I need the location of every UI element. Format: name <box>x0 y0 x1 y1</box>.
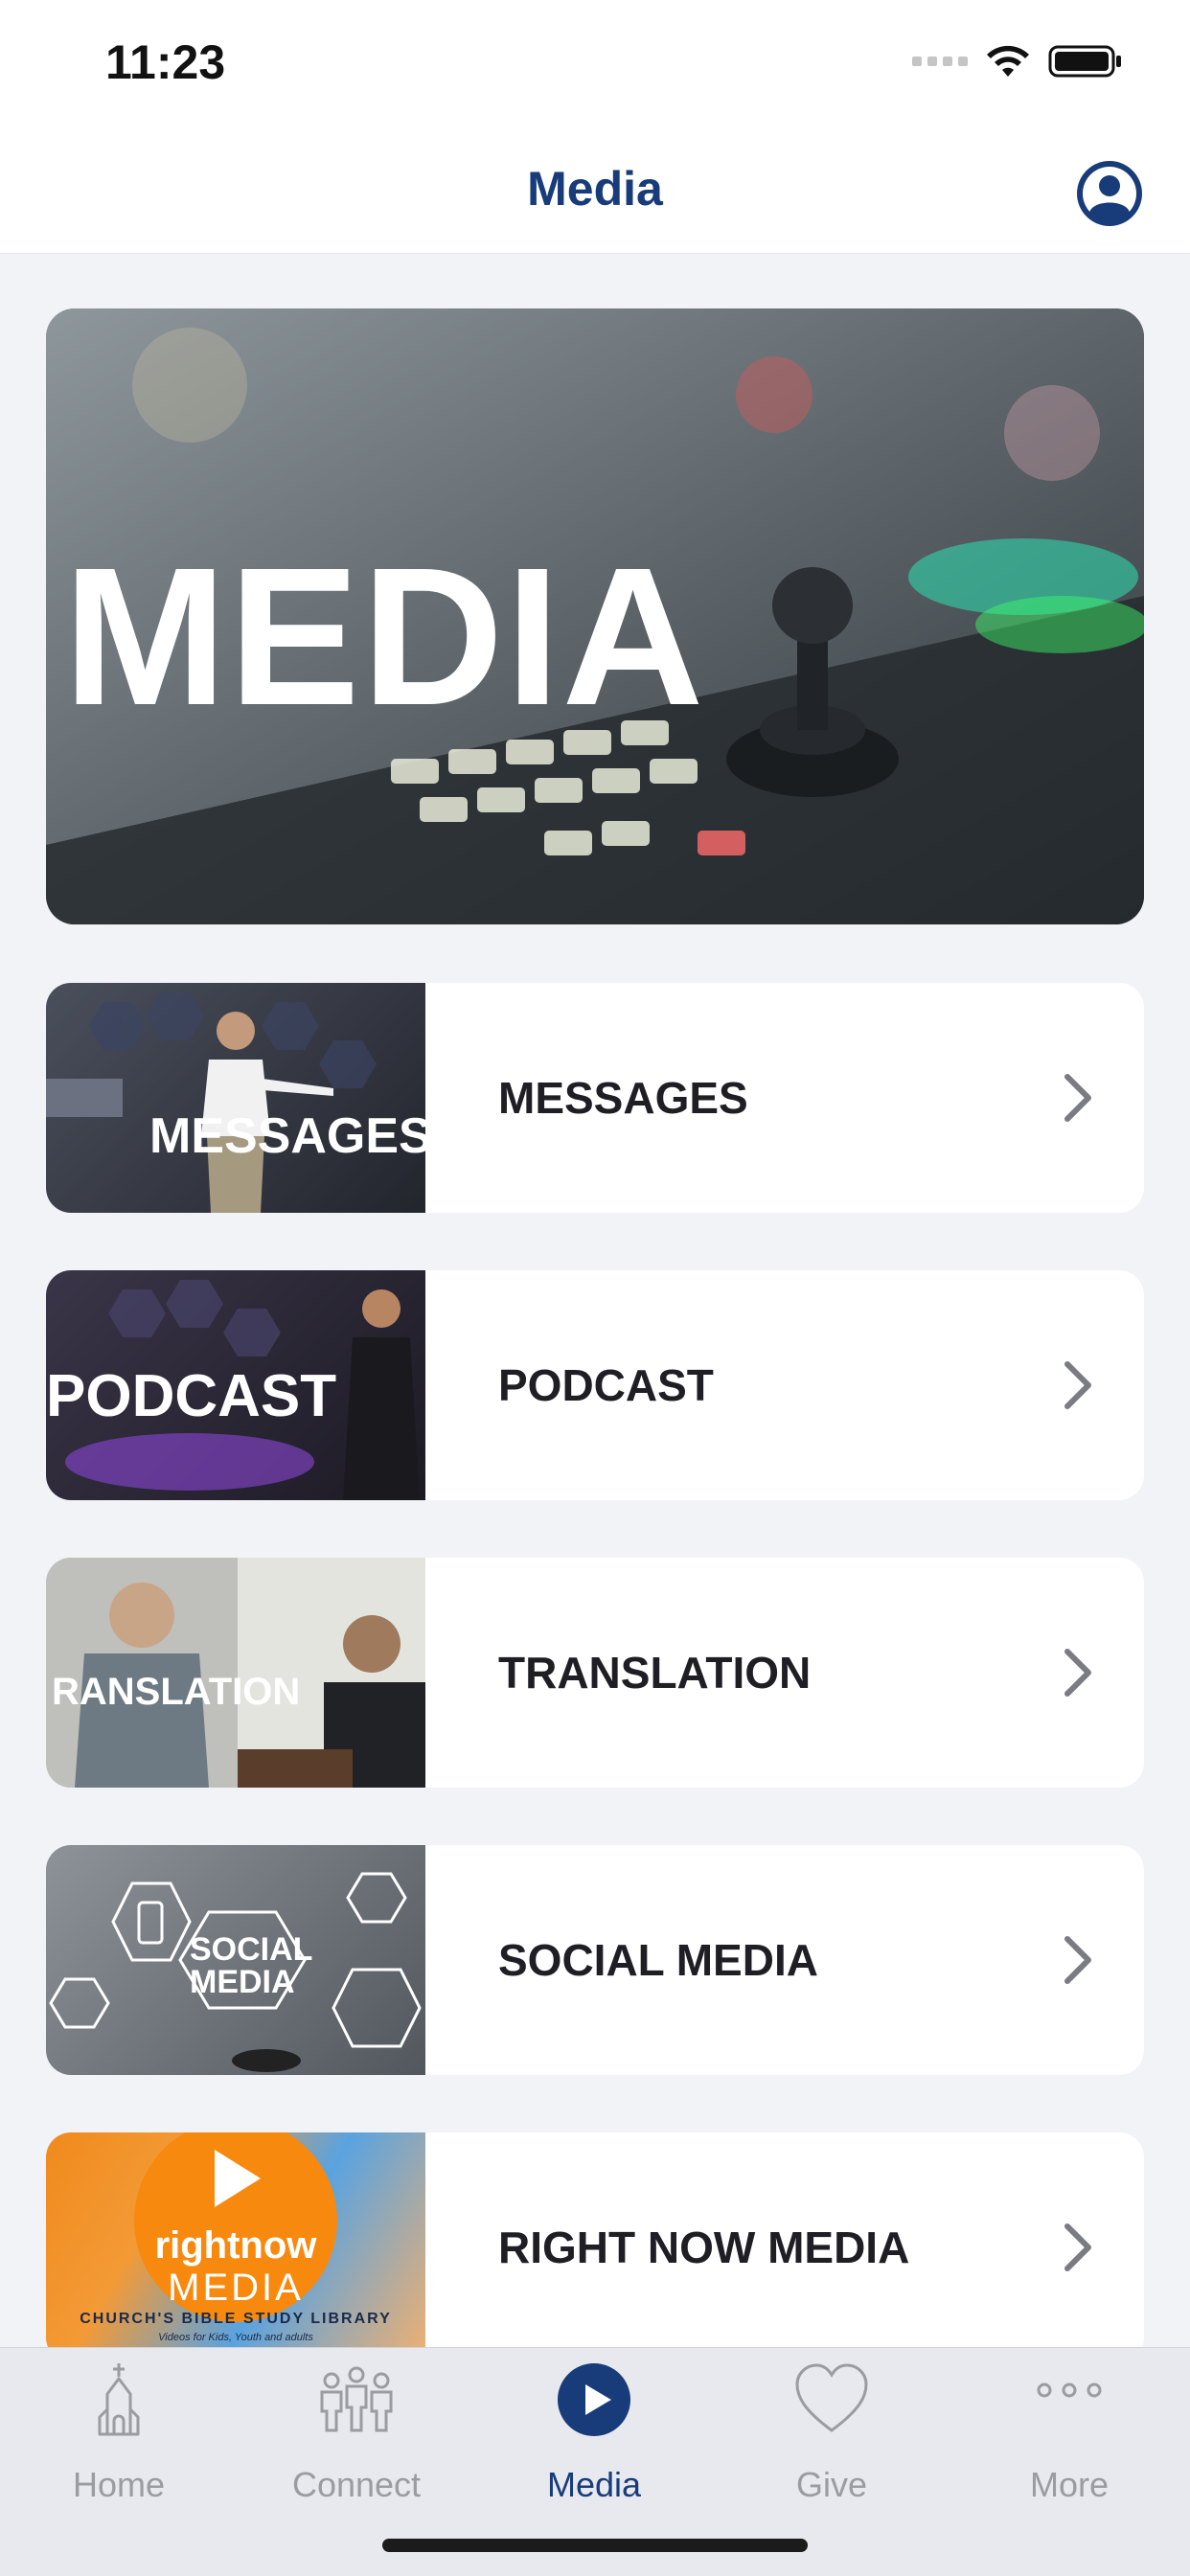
rightnow-small-text: Videos for Kids, Youth and adults <box>158 2332 313 2343</box>
right-now-media-thumbnail: rightnow MEDIA CHURCH'S BIBLE STUDY LIBR… <box>46 2132 425 2362</box>
translation-thumbnail-text: RANSLATION <box>52 1671 301 1713</box>
tab-home[interactable]: Home <box>0 2361 238 2543</box>
chevron-right-icon <box>1064 1074 1091 1122</box>
rightnow-subtitle-text: CHURCH'S BIBLE STUDY LIBRARY <box>80 2311 392 2327</box>
play-icon <box>558 2363 630 2436</box>
tab-more[interactable]: More <box>950 2361 1188 2543</box>
tab-connect[interactable]: Connect <box>238 2361 475 2543</box>
tab-label-more: More <box>1029 2465 1110 2504</box>
chevron-right-icon <box>1064 1649 1091 1697</box>
battery-icon <box>1048 45 1121 78</box>
status-bar: 11:23 <box>0 0 1190 134</box>
row-label-right-now-media: RIGHT NOW MEDIA <box>498 2223 910 2272</box>
signal-icon <box>912 57 968 66</box>
status-icons <box>912 42 1123 80</box>
list-item-translation[interactable]: RANSLATION TRANSLATION <box>46 1558 1144 1788</box>
tab-label-media: Media <box>546 2465 642 2504</box>
more-icon <box>1037 2382 1102 2398</box>
hero-title: MEDIA <box>63 527 706 746</box>
list-item-right-now-media[interactable]: rightnow MEDIA CHURCH'S BIBLE STUDY LIBR… <box>46 2132 1144 2362</box>
wifi-icon <box>987 45 1029 77</box>
rightnow-media-text: MEDIA <box>168 2267 304 2309</box>
translation-thumbnail: RANSLATION <box>46 1558 425 1788</box>
list-item-social-media[interactable]: SOCIAL MEDIA SOCIAL MEDIA <box>46 1845 1144 2075</box>
page-title: Media <box>527 162 663 216</box>
messages-thumbnail-text: MESSAGES <box>149 1108 425 1164</box>
social-media-thumbnail: SOCIAL MEDIA <box>46 1845 425 2075</box>
list-item-podcast[interactable]: PODCAST PODCAST <box>46 1270 1144 1500</box>
tab-media[interactable]: Media <box>475 2361 713 2543</box>
chevron-right-icon <box>1064 2223 1091 2271</box>
status-time: 11:23 <box>105 35 226 89</box>
media-hero-banner[interactable]: MEDIA <box>46 308 1144 924</box>
messages-thumbnail: MESSAGES <box>46 983 425 1213</box>
church-icon <box>98 2363 140 2436</box>
podcast-thumbnail-text: PODCAST <box>46 1363 337 1429</box>
navigation-bar: Media <box>0 134 1190 254</box>
row-label-translation: TRANSLATION <box>498 1648 812 1698</box>
row-label-podcast: PODCAST <box>498 1360 714 1410</box>
chevron-right-icon <box>1064 1936 1091 1984</box>
list-item-messages[interactable]: MESSAGES MESSAGES <box>46 983 1144 1213</box>
tab-label-give: Give <box>795 2465 868 2504</box>
people-icon <box>320 2366 393 2432</box>
tab-label-connect: Connect <box>291 2465 422 2504</box>
social-media-thumbnail-text: SOCIAL MEDIA <box>190 1931 313 2000</box>
home-indicator[interactable] <box>382 2539 808 2552</box>
speaker-photo <box>46 992 377 1213</box>
tab-give[interactable]: Give <box>713 2361 950 2543</box>
tab-label-home: Home <box>72 2465 166 2504</box>
podcast-thumbnail: PODCAST <box>46 1270 425 1500</box>
profile-icon[interactable] <box>1075 159 1144 228</box>
row-label-social-media: SOCIAL MEDIA <box>498 1935 818 1985</box>
row-label-messages: MESSAGES <box>498 1073 748 1123</box>
chevron-right-icon <box>1064 1361 1091 1409</box>
rightnow-brand-text: rightnow <box>154 2224 317 2267</box>
heart-icon <box>795 2363 868 2432</box>
